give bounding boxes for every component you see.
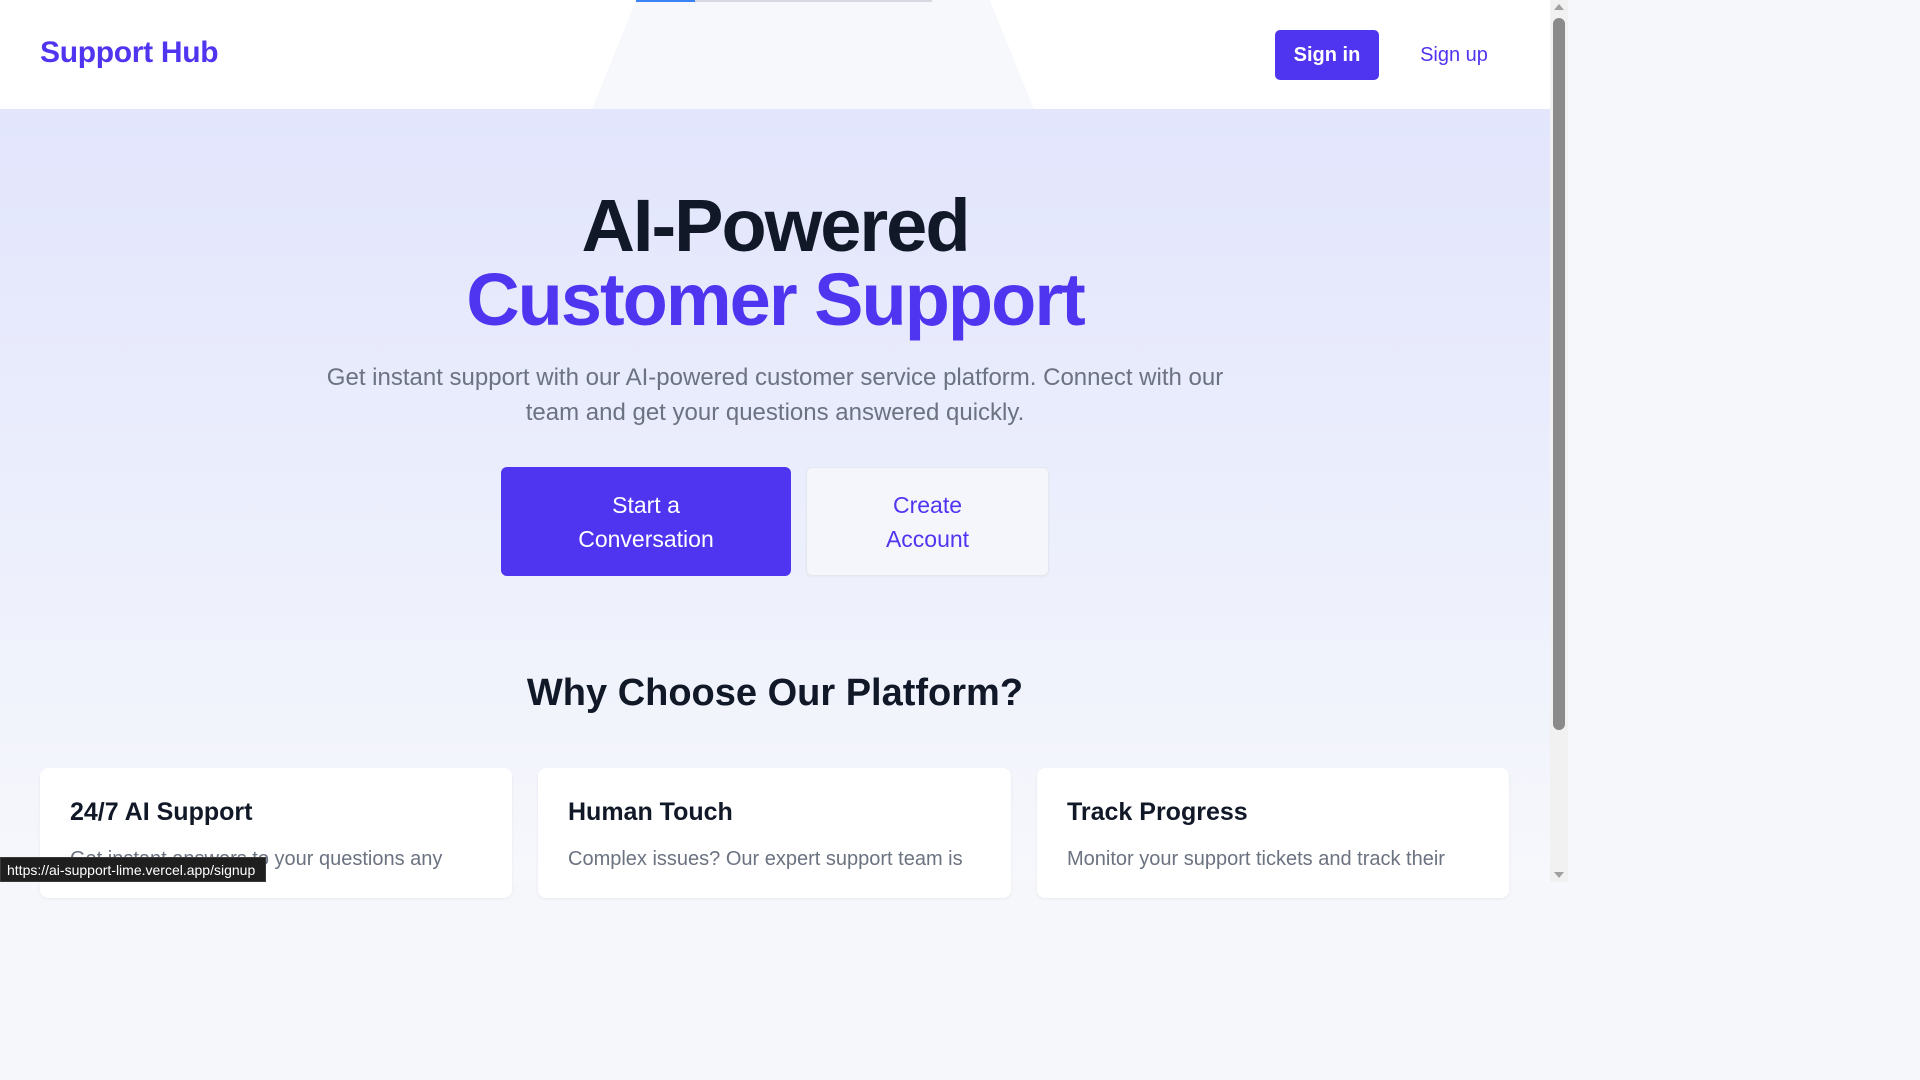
sign-up-link[interactable]: Sign up [1404, 30, 1504, 80]
sign-in-button[interactable]: Sign in [1275, 30, 1379, 80]
feature-card-title: Human Touch [568, 798, 733, 826]
start-conversation-button[interactable]: Start a Conversation [501, 467, 791, 576]
features-heading: Why Choose Our Platform? [526, 672, 1024, 714]
feature-card-title: Track Progress [1067, 798, 1248, 826]
loading-bar [636, 0, 695, 2]
feature-card-desc: Monitor your support tickets and track t… [1067, 848, 1445, 870]
feature-card-desc: Complex issues? Our expert support team … [568, 848, 963, 870]
vertical-scrollbar[interactable] [1550, 0, 1568, 882]
status-bar-url: https://ai-support-lime.vercel.app/signu… [0, 857, 267, 882]
loading-bar-track [695, 0, 932, 2]
hero-title-line1: AI-Powered [581, 184, 970, 267]
scroll-up-arrow-icon[interactable] [1554, 4, 1564, 10]
scroll-down-arrow-icon[interactable] [1554, 872, 1564, 878]
feature-card: Track Progress Monitor your support tick… [1037, 768, 1509, 898]
feature-card: Human Touch Complex issues? Our expert s… [538, 768, 1011, 898]
feature-card-title: 24/7 AI Support [70, 798, 253, 826]
hero-title-line2: Customer Support [466, 258, 1086, 341]
scroll-thumb[interactable] [1553, 18, 1565, 730]
brand-logo[interactable]: Support Hub [40, 36, 219, 70]
hero-subtitle: Get instant support with our AI-powered … [326, 364, 1224, 426]
top-nav: Support Hub Sign in Sign up [0, 0, 1550, 109]
create-account-button[interactable]: Create Account [806, 467, 1049, 576]
header-decoration [592, 0, 1034, 109]
